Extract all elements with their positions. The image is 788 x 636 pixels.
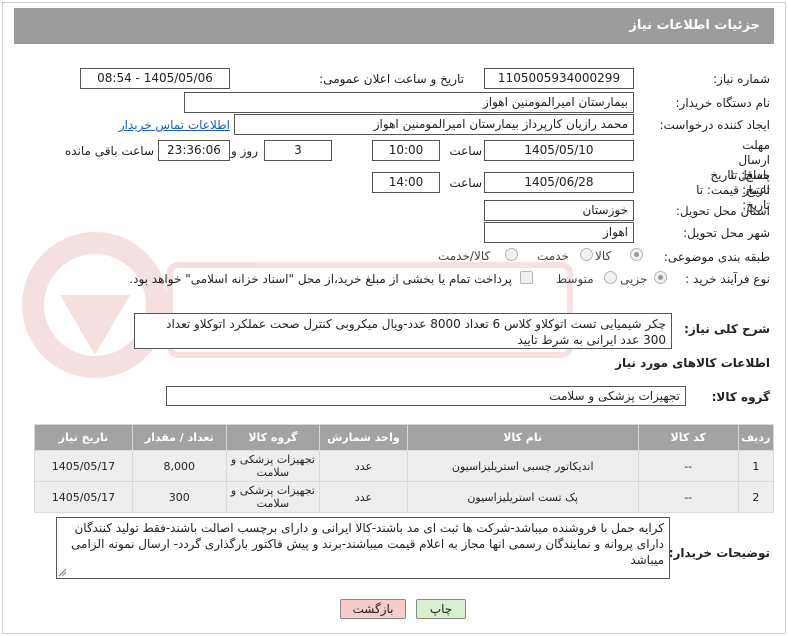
- remaining-label: ساعت باقی مانده: [64, 144, 154, 158]
- city-field[interactable]: اهواز: [484, 222, 634, 243]
- reply-time-field[interactable]: 10:00: [372, 140, 440, 161]
- cell-unit: عدد: [319, 450, 408, 482]
- reply-time-label: ساعت: [449, 144, 482, 158]
- creator-label: ایجاد کننده درخواست:: [659, 118, 770, 132]
- cell-goods-code: --: [637, 450, 739, 482]
- back-button[interactable]: بازگشت: [340, 599, 406, 619]
- city-label: شهر محل تحویل:: [683, 226, 770, 240]
- validity-time-label: ساعت: [449, 176, 482, 190]
- buyer-org-label: نام دستگاه خریدار:: [675, 96, 771, 110]
- table-row[interactable]: 1 -- اندیکاتور چسبی استریلیزاسیون عدد تج…: [34, 450, 775, 482]
- announce-label: تاریخ و ساعت اعلان عمومی:: [319, 72, 464, 86]
- cell-need-date: 1405/05/17: [34, 481, 133, 513]
- process-option-minor: جزیی: [620, 272, 648, 286]
- payment-checkbox[interactable]: [520, 271, 533, 284]
- header-goods-group: گروه کالا: [225, 424, 321, 451]
- category-label: طبقه بندی موضوعی:: [663, 250, 770, 264]
- description-textarea[interactable]: چکر شیمیایی تست اتوکلاو کلاس 6 تعداد 800…: [134, 313, 672, 349]
- buyer-notes-textarea[interactable]: کرایه حمل با فروشنده میباشد-شرکت ها ثبت …: [56, 517, 670, 579]
- category-radio-both[interactable]: [505, 248, 518, 261]
- description-label: شرح کلی نیاز:: [684, 322, 770, 336]
- cell-goods-group: تجهیزات پزشکی و سلامت: [225, 450, 321, 482]
- table-header-row: ردیف کد کالا نام کالا واحد شمارش گروه کا…: [34, 424, 775, 451]
- cell-goods-group: تجهیزات پزشکی و سلامت: [225, 481, 321, 513]
- category-radio-goods[interactable]: [630, 248, 643, 261]
- cell-goods-code: --: [637, 481, 739, 513]
- cell-quantity: 300: [131, 481, 227, 513]
- page-title: جزئیات اطلاعات نیاز: [14, 8, 774, 44]
- header-row-number: ردیف: [737, 424, 775, 451]
- header-goods-code: کد کالا: [637, 424, 739, 451]
- validity-date-field[interactable]: 1405/06/28: [484, 172, 634, 193]
- header-unit: واحد شمارش: [319, 424, 408, 451]
- cell-need-date: 1405/05/17: [34, 450, 133, 482]
- category-option-goods: کالا: [595, 249, 612, 263]
- cell-goods-name: اندیکاتور چسبی استریلیزاسیون: [406, 450, 639, 482]
- buyer-notes-label: توضیحات خریدار:: [668, 546, 770, 560]
- print-button[interactable]: چاپ: [416, 599, 466, 619]
- process-label: نوع فرآیند خرید :: [685, 272, 770, 286]
- table-row[interactable]: 2 -- پک تست استریلیزاسیون عدد تجهیزات پز…: [34, 481, 775, 513]
- goods-group-label: گروه کالا:: [711, 390, 770, 404]
- days-field[interactable]: 3: [264, 140, 332, 161]
- category-option-both: کالا/خدمت: [438, 249, 491, 263]
- header-need-date: تاریخ نیاز: [34, 424, 133, 451]
- payment-note: پرداخت تمام یا بخشی از مبلغ خرید،از محل …: [129, 272, 512, 286]
- cell-unit: عدد: [319, 481, 408, 513]
- resize-grip-icon[interactable]: [58, 568, 67, 577]
- items-table: ردیف کد کالا نام کالا واحد شمارش گروه کا…: [34, 424, 775, 513]
- category-option-service: خدمت: [537, 249, 569, 263]
- contact-info-link[interactable]: اطلاعات تماس خریدار: [119, 118, 230, 132]
- cell-row-number: 2: [737, 481, 775, 513]
- process-radio-minor[interactable]: [654, 271, 667, 284]
- goods-group-field[interactable]: تجهیزات پزشکی و سلامت: [166, 386, 686, 406]
- creator-field[interactable]: محمد رازیان کارپرداز بیمارستان امیرالموم…: [234, 114, 634, 135]
- remaining-time-field[interactable]: 23:36:06: [158, 140, 230, 161]
- process-option-medium: متوسط: [556, 272, 594, 286]
- need-number-field[interactable]: 1105005934000299: [484, 68, 634, 89]
- validity-time-field[interactable]: 14:00: [372, 172, 440, 193]
- header-quantity: تعداد / مقدار: [131, 424, 227, 451]
- need-number-label: شماره نیاز:: [713, 72, 770, 86]
- category-radio-service[interactable]: [580, 248, 593, 261]
- reply-date-field[interactable]: 1405/05/10: [484, 140, 634, 161]
- province-label: استان محل تحویل:: [675, 204, 770, 218]
- cell-quantity: 8,000: [131, 450, 227, 482]
- header-goods-name: نام کالا: [406, 424, 639, 451]
- announce-field[interactable]: 1405/05/06 - 08:54: [80, 68, 230, 89]
- province-field[interactable]: خوزستان: [484, 200, 634, 221]
- cell-row-number: 1: [737, 450, 775, 482]
- buyer-org-field[interactable]: بیمارستان امیرالمومنین اهواز: [184, 92, 634, 113]
- process-radio-medium[interactable]: [604, 271, 617, 284]
- goods-section-title: اطلاعات کالاهای مورد نیاز: [615, 356, 770, 370]
- cell-goods-name: پک تست استریلیزاسیون: [406, 481, 639, 513]
- days-label: روز و: [231, 144, 258, 158]
